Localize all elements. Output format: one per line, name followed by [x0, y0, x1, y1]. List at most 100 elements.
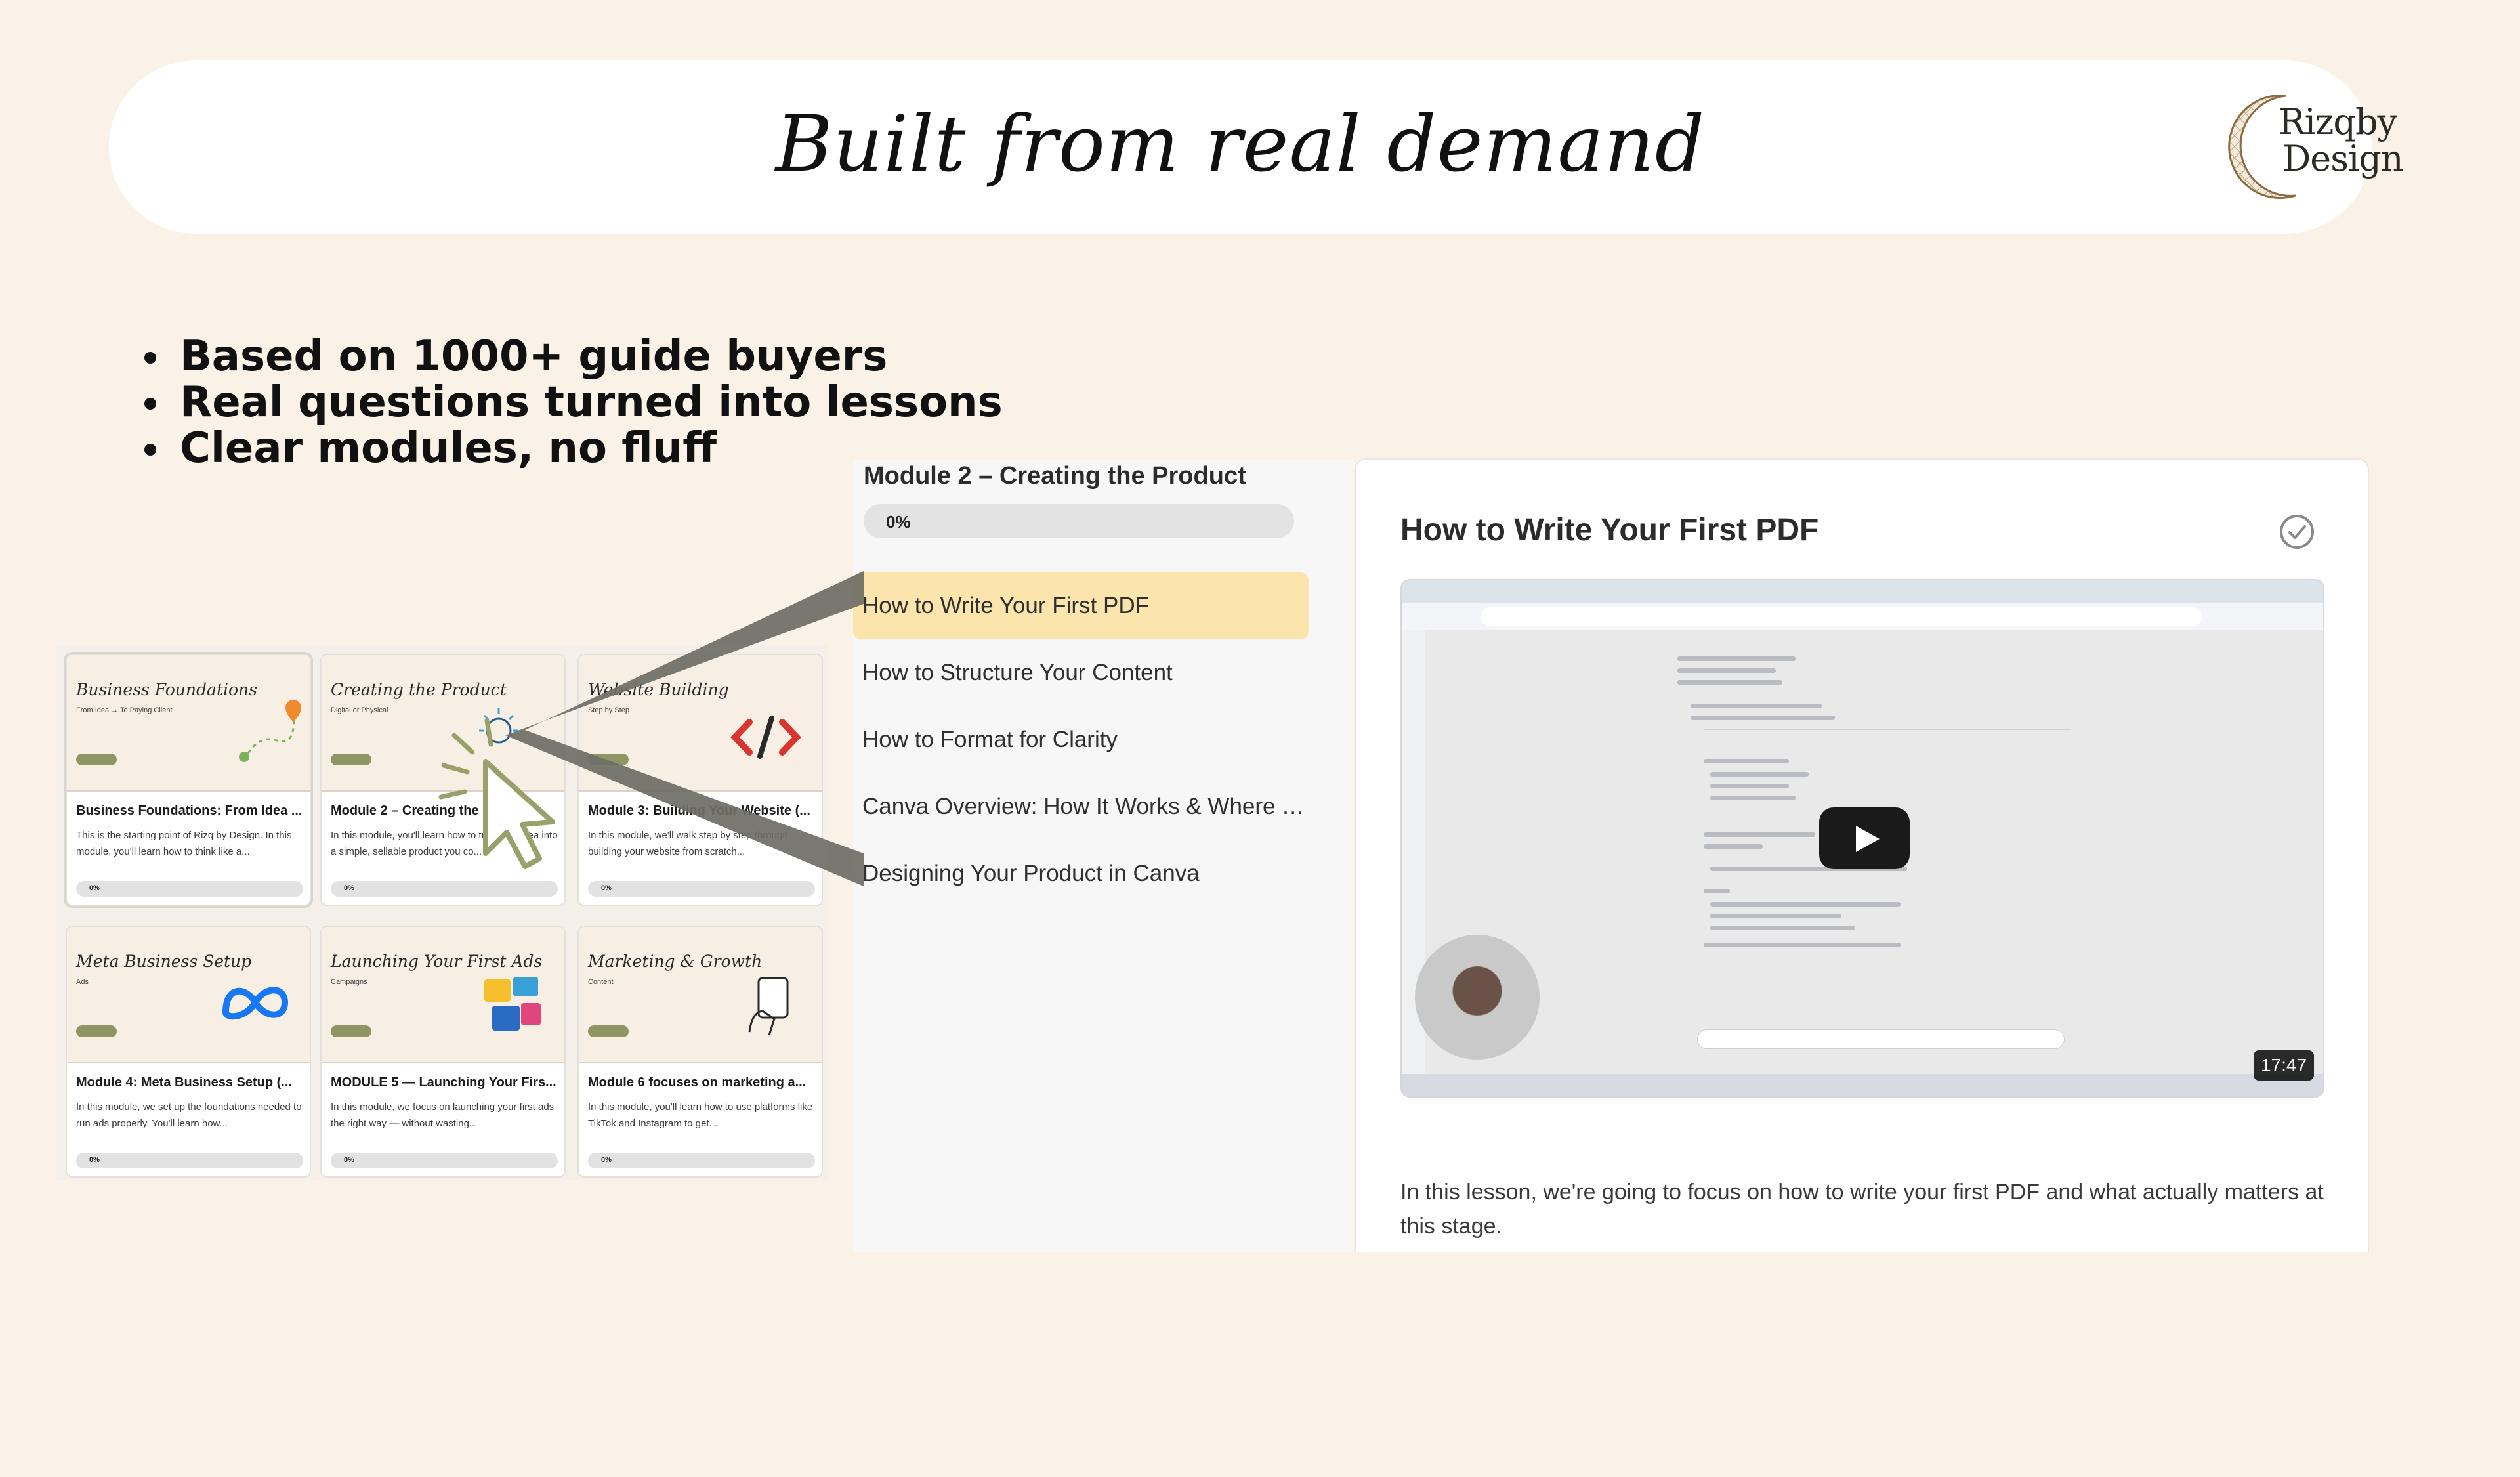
- module-card-3[interactable]: Website Building Step by Step Module 3: …: [578, 654, 823, 906]
- thumb-title: Creating the Product: [331, 680, 507, 699]
- lesson-heading: How to Write Your First PDF: [1400, 513, 1819, 547]
- module-card-title: Module 2 – Creating the Product: [331, 803, 532, 818]
- module-thumbnail: Meta Business Setup Ads: [67, 927, 310, 1063]
- lesson-sidebar: Module 2 – Creating the Product 0% How t…: [853, 460, 1353, 1252]
- module-progress-bar: 0%: [588, 881, 815, 897]
- video-divider: [1704, 729, 2071, 730]
- play-button-icon[interactable]: [1819, 807, 1910, 869]
- video-duration-badge: 17:47: [2254, 1050, 2314, 1081]
- thumb-pill: [331, 754, 371, 765]
- module-card-6[interactable]: Marketing & Growth Content Module 6 focu…: [578, 926, 823, 1178]
- map-route-icon: [239, 700, 301, 762]
- lesson-item-structure-content[interactable]: How to Structure Your Content: [853, 639, 1309, 706]
- video-text-line: [1704, 889, 1730, 893]
- lesson-item-format-clarity[interactable]: How to Format for Clarity: [853, 706, 1309, 773]
- thumb-pill: [588, 1025, 629, 1037]
- video-text-line: [1704, 832, 1815, 837]
- meta-logo-icon: [222, 987, 289, 1020]
- progress-label: 0%: [601, 1156, 612, 1164]
- module-card-description: This is the starting point of Rizq by De…: [76, 830, 292, 857]
- module-progress-bar: 0%: [76, 1153, 303, 1168]
- video-text-line: [1677, 668, 1776, 673]
- lesson-item-designing-canva[interactable]: Designing Your Product in Canva: [853, 840, 1309, 907]
- lesson-item-canva-overview[interactable]: Canva Overview: How It Works & Where T..…: [853, 773, 1309, 840]
- module-card-description: In this module, we'll walk step by step …: [588, 830, 788, 857]
- bullet-item: Based on 1000+ guide buyers: [144, 333, 1003, 379]
- video-text-line: [1704, 943, 1900, 947]
- thumb-subtitle: Digital or Physical: [331, 706, 388, 714]
- code-icon: [730, 716, 801, 759]
- module-card-title: Module 6 focuses on marketing a...: [588, 1075, 807, 1090]
- phone-hand-icon: [748, 977, 789, 1036]
- progress-label: 0%: [89, 884, 100, 892]
- module-card-1[interactable]: Business Foundations From Idea → To Payi…: [66, 654, 311, 906]
- module-card-title: MODULE 5 — Launching Your Firs...: [331, 1075, 556, 1090]
- presenter-avatar: [1415, 935, 1540, 1060]
- module-thumbnail: Marketing & Growth Content: [579, 927, 822, 1063]
- module-card-title: Business Foundations: From Idea ...: [76, 803, 303, 818]
- thumb-pill: [76, 754, 117, 765]
- thumb-subtitle: Ads: [76, 978, 89, 986]
- module-thumbnail: Business Foundations From Idea → To Payi…: [67, 655, 310, 792]
- thumb-title: Marketing & Growth: [588, 952, 763, 971]
- module-card-2[interactable]: Creating the Product Digital or Physical…: [320, 654, 566, 906]
- thumb-subtitle: From Idea → To Paying Client: [76, 706, 173, 714]
- progress-label: 0%: [89, 1156, 100, 1164]
- video-text-line: [1710, 914, 1841, 918]
- video-text-line: [1690, 704, 1822, 708]
- video-text-line: [1710, 926, 1855, 930]
- progress-label: 0%: [344, 884, 354, 892]
- bullet-item: Real questions turned into lessons: [144, 379, 1003, 425]
- page-title: Built from real demand: [775, 98, 1706, 189]
- feature-bullet-list: Based on 1000+ guide buyers Real questio…: [144, 333, 1003, 471]
- video-text-line: [1704, 759, 1789, 763]
- progress-label: 0%: [344, 1156, 354, 1164]
- video-browser-tabs: [1402, 580, 2323, 603]
- lesson-content-panel: How to Write Your First PDF 17:47 In thi…: [1354, 458, 2369, 1252]
- video-text-line: [1677, 656, 1796, 661]
- thumb-subtitle: Step by Step: [588, 706, 629, 714]
- video-text-line: [1690, 716, 1835, 720]
- module-card-5[interactable]: Launching Your First Ads Campaigns MODUL…: [320, 926, 566, 1178]
- module-card-4[interactable]: Meta Business Setup Ads Module 4: Meta B…: [66, 926, 311, 1178]
- module-progress-bar: 0%: [76, 881, 303, 897]
- thumb-title: Launching Your First Ads: [331, 952, 543, 971]
- module-card-title: Module 3: Building Your Website (...: [588, 803, 810, 818]
- check-circle-icon[interactable]: [2278, 513, 2315, 550]
- module-progress-bar: 0%: [331, 881, 558, 897]
- module-progress-bar: 0%: [864, 504, 1294, 538]
- video-text-line: [1677, 680, 1782, 685]
- module-progress-bar: 0%: [331, 1153, 558, 1168]
- header-banner: Built from real demand Rizqby Design: [109, 60, 2404, 234]
- thumb-title: Website Building: [588, 680, 729, 699]
- thumb-pill: [588, 754, 629, 765]
- module-progress-bar: 0%: [588, 1153, 815, 1168]
- lesson-description: In this lesson, we're going to focus on …: [1400, 1180, 2324, 1239]
- logo-wordmark: Rizqby Design: [2278, 104, 2404, 179]
- video-address-bar: [1402, 603, 2323, 630]
- module-thumbnail: Website Building Step by Step: [579, 655, 822, 792]
- video-text-line: [1710, 772, 1809, 777]
- video-player[interactable]: 17:47: [1400, 579, 2324, 1098]
- module-card-description: In this module, we focus on launching yo…: [331, 1102, 555, 1129]
- progress-label: 0%: [601, 884, 612, 892]
- logo-line-2: Design: [2282, 138, 2404, 179]
- video-taskbar: [1402, 1074, 2323, 1096]
- thumb-title: Business Foundations: [76, 680, 257, 699]
- module-grid: Business Foundations From Idea → To Payi…: [56, 645, 828, 1180]
- module-thumbnail: Creating the Product Digital or Physical: [322, 655, 564, 792]
- progress-label: 0%: [886, 512, 911, 532]
- lesson-item-write-first-pdf[interactable]: How to Write Your First PDF: [853, 572, 1309, 639]
- thumb-pill: [76, 1025, 117, 1037]
- module-title: Module 2 – Creating the Product: [864, 462, 1246, 490]
- video-text-line: [1704, 844, 1763, 849]
- thumb-pill: [331, 1025, 371, 1037]
- video-text-line: [1710, 902, 1900, 907]
- module-card-description: In this module, you'll learn how to turn…: [331, 830, 558, 857]
- ads-icon: [484, 977, 541, 1031]
- thumb-subtitle: Campaigns: [331, 978, 368, 986]
- video-url-box: [1480, 607, 2202, 626]
- lightbulb-icon: [479, 708, 518, 744]
- module-card-description: In this module, we set up the foundation…: [76, 1102, 302, 1129]
- video-text-line: [1710, 784, 1789, 788]
